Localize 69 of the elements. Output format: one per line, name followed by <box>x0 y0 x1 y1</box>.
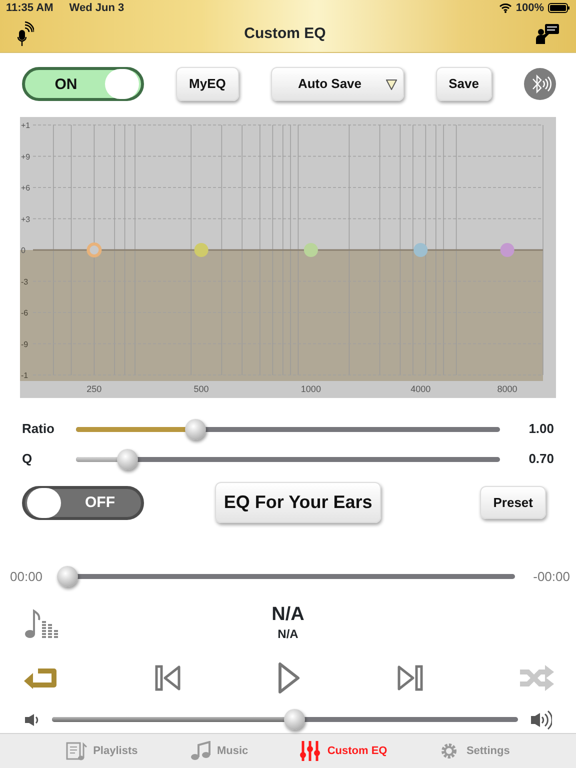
y-axis-label: +6 <box>21 184 30 192</box>
previous-button[interactable] <box>155 664 181 691</box>
status-time: 11:35 AM <box>6 0 54 16</box>
next-button[interactable] <box>397 664 423 691</box>
slider-value: 0.70 <box>528 450 554 468</box>
ears-toggle[interactable]: OFF <box>22 486 144 520</box>
equalizer-icon <box>300 741 322 762</box>
previous-icon <box>155 664 181 691</box>
eq-button[interactable]: MyEQ <box>176 67 239 101</box>
wifi-icon <box>498 3 512 13</box>
slider-thumb[interactable] <box>116 448 138 470</box>
bluetooth-icon <box>524 68 556 100</box>
y-axis-label: -9 <box>21 340 28 349</box>
volume-low-icon <box>24 712 40 727</box>
frequency-label: 250 <box>86 384 102 394</box>
y-axis-label: +1 <box>21 121 30 130</box>
y-axis-label: +3 <box>21 214 30 224</box>
presenter-button[interactable] <box>536 24 560 44</box>
progress-thumb[interactable] <box>56 566 78 588</box>
band-handle[interactable] <box>500 243 514 257</box>
y-axis-label: -3 <box>21 277 28 286</box>
music-bars-icon <box>24 608 58 639</box>
presenter-icon <box>536 24 560 44</box>
frequency-label: 1000 <box>300 384 321 394</box>
volume-high-icon <box>530 710 552 730</box>
shuffle-button[interactable] <box>520 664 554 691</box>
next-icon <box>397 664 423 691</box>
y-axis-label: +9 <box>21 152 30 162</box>
slider-label: Q <box>22 450 34 468</box>
slider-value: 1.00 <box>528 420 554 438</box>
band-handle[interactable] <box>414 243 428 257</box>
eq-toggle[interactable]: ON <box>22 67 144 101</box>
slider-label: Ratio <box>22 420 56 438</box>
status-date: Wed Jun 3 <box>69 0 124 16</box>
volume-thumb[interactable] <box>284 709 306 730</box>
elapsed-time: 00:00 <box>10 568 43 586</box>
frequency-label: 500 <box>194 384 209 394</box>
playlist-icon <box>66 741 88 762</box>
music-note-icon <box>190 741 211 762</box>
play-icon <box>278 662 300 694</box>
battery-icon <box>548 3 570 13</box>
play-button[interactable] <box>278 662 300 694</box>
track-artist: N/A <box>278 626 298 644</box>
band-handle[interactable] <box>304 243 318 257</box>
remaining-time: -00:00 <box>533 568 570 586</box>
shuffle-icon <box>520 664 554 691</box>
visualizer-button[interactable] <box>24 608 58 639</box>
eq-button[interactable]: Save <box>436 67 492 101</box>
track-title: N/A <box>272 604 304 626</box>
auto-save-dropdown[interactable]: Auto Save <box>270 67 404 101</box>
y-axis-label: -1 <box>21 371 28 380</box>
screen-title: Custom EQ <box>244 24 326 44</box>
y-axis-label: -6 <box>21 308 28 318</box>
eq-for-ears-button[interactable]: EQ For Your Ears <box>214 482 382 523</box>
bluetooth-button[interactable] <box>524 68 556 100</box>
microphone-button[interactable] <box>16 21 34 47</box>
band-handle[interactable] <box>194 243 208 257</box>
frequency-label: 4000 <box>410 384 431 394</box>
repeat-icon <box>24 666 58 690</box>
frequency-label: 8000 <box>497 384 518 394</box>
microphone-icon <box>16 21 34 47</box>
eq-graph[interactable]: +1 +9 +6 +3 0 -3 -6 -9 -1 250 500 1000 4000 8000 <box>20 117 556 398</box>
battery-percent: 100% <box>516 0 544 16</box>
band-handle[interactable] <box>86 242 102 258</box>
slider-thumb[interactable] <box>184 418 206 440</box>
dropdown-triangle-icon <box>386 78 397 90</box>
y-axis-label: 0 <box>21 246 26 255</box>
preset-button[interactable]: Preset <box>480 486 546 520</box>
repeat-button[interactable] <box>24 666 58 690</box>
